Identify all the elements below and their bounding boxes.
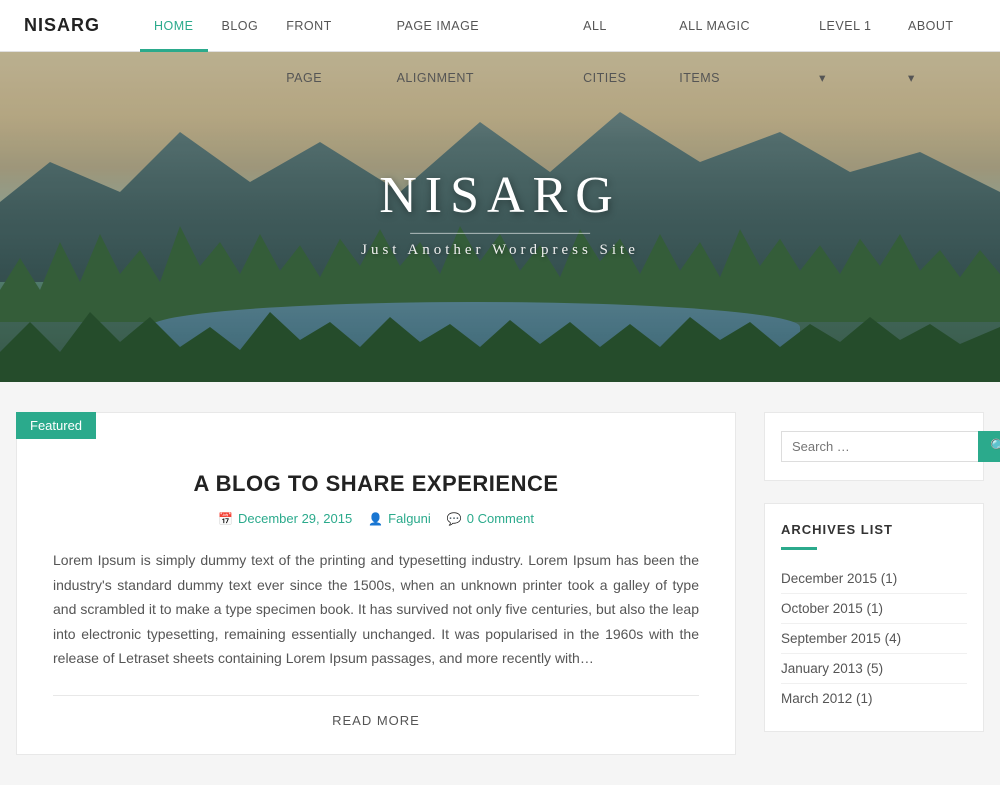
post-card: Featured A BLOG TO SHARE EXPERIENCE 📅 De… [16,412,736,755]
archive-item: December 2015 (1) [781,564,967,594]
search-button[interactable]: 🔍 [978,431,1000,462]
post-body: Lorem Ipsum is simply dummy text of the … [53,548,699,671]
hero-title: NISARG [361,166,639,225]
nav-link-blog[interactable]: BLOG [208,0,273,52]
user-icon: 👤 [368,512,383,526]
nav-item-all-cities[interactable]: ALL CITIES [569,0,665,52]
archive-item: September 2015 (4) [781,624,967,654]
calendar-icon: 📅 [218,512,233,526]
archive-link[interactable]: September 2015 (4) [781,631,901,646]
hero-subtitle: Just Another Wordpress Site [361,242,639,259]
search-widget: 🔍 [764,412,984,481]
nav-link-page-image-alignment[interactable]: PAGE IMAGE ALIGNMENT [383,0,570,52]
hero-section: NISARG Just Another Wordpress Site [0,52,1000,382]
archive-list: December 2015 (1) October 2015 (1) Septe… [781,564,967,713]
nav-link-about[interactable]: ABOUT ▾ [894,0,976,52]
main-nav: NISARG HOME BLOG FRONT PAGE PAGE IMAGE A… [0,0,1000,52]
post-title: A BLOG TO SHARE EXPERIENCE [53,471,699,497]
search-input[interactable] [781,431,978,462]
post-meta: 📅 December 29, 2015 👤 Falguni 💬 0 Commen… [53,511,699,526]
featured-badge: Featured [16,412,96,439]
read-more-link[interactable]: READ MORE [332,713,420,728]
nav-link-level1[interactable]: LEVEL 1 ▾ [805,0,894,52]
nav-item-all-magic-items[interactable]: ALL MAGIC ITEMS [665,0,805,52]
nav-item-blog[interactable]: BLOG [208,0,273,52]
nav-link-all-cities[interactable]: ALL CITIES [569,0,665,52]
archive-item: January 2013 (5) [781,654,967,684]
main-container: Featured A BLOG TO SHARE EXPERIENCE 📅 De… [0,412,1000,755]
archives-underline [781,547,817,550]
nav-item-about[interactable]: ABOUT ▾ [894,0,976,52]
read-more-wrap: READ MORE [53,695,699,730]
nav-link-frontpage[interactable]: FRONT PAGE [272,0,382,52]
archive-item: March 2012 (1) [781,684,967,713]
sidebar: 🔍 ARCHIVES LIST December 2015 (1) Octobe… [764,412,984,755]
archives-title: ARCHIVES LIST [781,522,967,537]
nav-item-page-image-alignment[interactable]: PAGE IMAGE ALIGNMENT [383,0,570,52]
post-date: 📅 December 29, 2015 [218,511,352,526]
archive-link[interactable]: October 2015 (1) [781,601,883,616]
post-author: 👤 Falguni [368,511,431,526]
nav-item-frontpage[interactable]: FRONT PAGE [272,0,382,52]
site-brand[interactable]: NISARG [24,15,100,36]
archive-item: October 2015 (1) [781,594,967,624]
nav-link-home[interactable]: HOME [140,0,208,52]
hero-divider [410,233,590,234]
hero-content: NISARG Just Another Wordpress Site [361,166,639,259]
comment-icon: 💬 [447,512,462,526]
nav-item-home[interactable]: HOME [140,0,208,52]
post-comments: 💬 0 Comment [447,511,534,526]
nav-link-all-magic-items[interactable]: ALL MAGIC ITEMS [665,0,805,52]
archive-link[interactable]: March 2012 (1) [781,691,873,706]
nav-item-level1[interactable]: LEVEL 1 ▾ [805,0,894,52]
nav-menu: HOME BLOG FRONT PAGE PAGE IMAGE ALIGNMEN… [140,0,976,52]
content-area: Featured A BLOG TO SHARE EXPERIENCE 📅 De… [16,412,736,755]
archive-link[interactable]: January 2013 (5) [781,661,883,676]
archives-widget: ARCHIVES LIST December 2015 (1) October … [764,503,984,732]
archive-link[interactable]: December 2015 (1) [781,571,897,586]
